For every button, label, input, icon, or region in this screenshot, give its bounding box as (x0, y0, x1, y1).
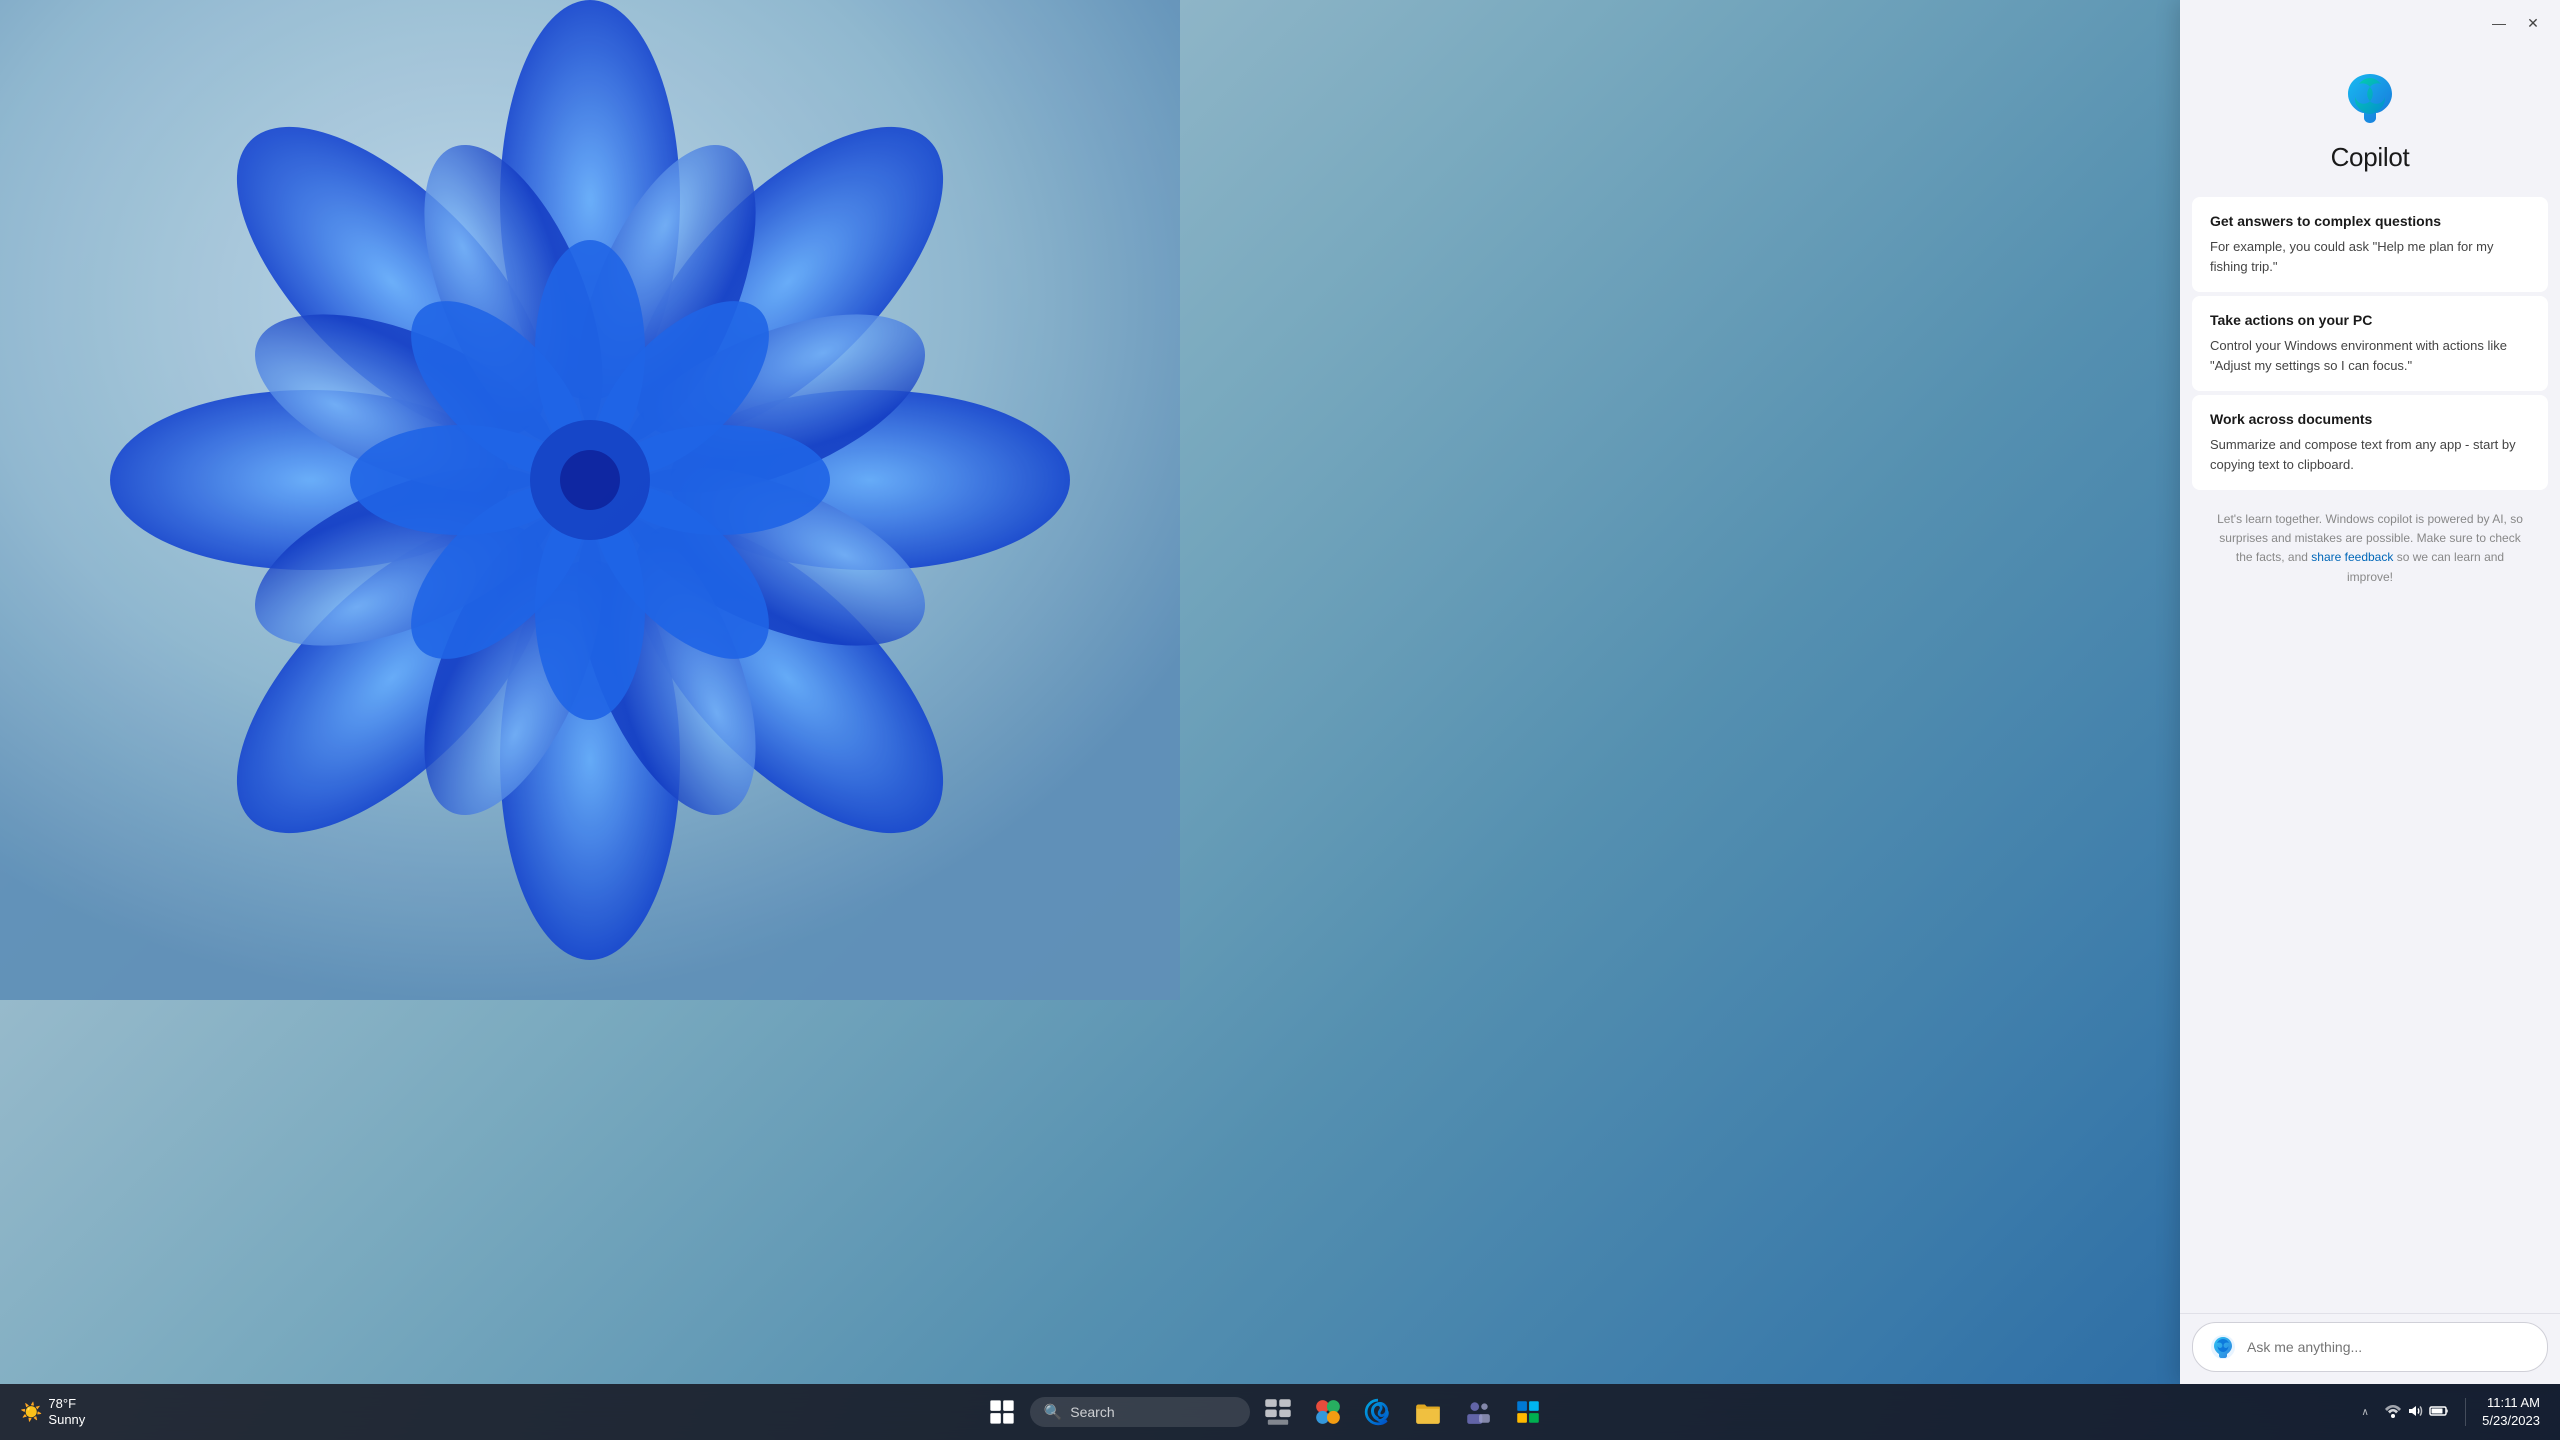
temperature: 78°F (48, 1396, 85, 1412)
copilot-small-icon (2209, 1333, 2237, 1361)
store-button[interactable] (1506, 1390, 1550, 1434)
datetime-display[interactable]: 11:11 AM 5/23/2023 (2474, 1390, 2548, 1434)
wallpaper-flower (0, 0, 1180, 1000)
copilot-title: Copilot (2331, 142, 2410, 173)
feature-desc-2: Summarize and compose text from any app … (2210, 435, 2530, 474)
battery-icon (2429, 1403, 2449, 1422)
feedback-link[interactable]: share feedback (2311, 550, 2393, 564)
tray-chevron[interactable]: ∧ (2357, 1390, 2373, 1434)
condition: Sunny (48, 1412, 85, 1428)
taskbar-center: 🔍 Search (172, 1390, 2357, 1434)
time-display: 11:11 AM (2487, 1394, 2540, 1412)
weather-info: 78°F Sunny (48, 1396, 85, 1427)
copilot-header: Copilot (2180, 46, 2560, 197)
system-tray[interactable] (2377, 1399, 2457, 1426)
copilot-feature-list: Get answers to complex questions For exa… (2180, 197, 2560, 1313)
weather-icon: ☀️ (20, 1402, 42, 1423)
edge-icon (1364, 1398, 1392, 1426)
teams-icon (1464, 1398, 1492, 1426)
close-button[interactable]: ✕ (2518, 8, 2548, 38)
copilot-input-row (2192, 1322, 2548, 1372)
taskbar-left: ☀️ 78°F Sunny (12, 1392, 172, 1431)
feature-title-0: Get answers to complex questions (2210, 213, 2530, 229)
taskbar-right: ∧ (2357, 1390, 2548, 1434)
desktop-background (0, 0, 2560, 1440)
search-label: Search (1070, 1404, 1114, 1420)
copilot-input-area (2180, 1313, 2560, 1384)
colorful-app-icon (1314, 1398, 1342, 1426)
copilot-disclaimer: Let's learn together. Windows copilot is… (2192, 494, 2548, 603)
start-button[interactable] (980, 1390, 1024, 1434)
search-bar[interactable]: 🔍 Search (1030, 1397, 1250, 1427)
feature-card-pc-actions: Take actions on your PC Control your Win… (2192, 296, 2548, 391)
feature-title-1: Take actions on your PC (2210, 312, 2530, 328)
taskview-icon (1264, 1398, 1292, 1426)
copilot-titlebar: — ✕ (2180, 0, 2560, 46)
task-view-button[interactable] (1256, 1390, 1300, 1434)
network-icon (2385, 1403, 2401, 1422)
feature-desc-1: Control your Windows environment with ac… (2210, 336, 2530, 375)
weather-widget[interactable]: ☀️ 78°F Sunny (12, 1392, 93, 1431)
feature-card-documents: Work across documents Summarize and comp… (2192, 395, 2548, 490)
copilot-logo-icon (2338, 66, 2402, 130)
app-colorful-button[interactable] (1306, 1390, 1350, 1434)
file-explorer-icon (1414, 1398, 1442, 1426)
file-explorer-button[interactable] (1406, 1390, 1450, 1434)
feature-title-2: Work across documents (2210, 411, 2530, 427)
date-display: 5/23/2023 (2482, 1412, 2540, 1430)
feature-desc-0: For example, you could ask "Help me plan… (2210, 237, 2530, 276)
teams-button[interactable] (1456, 1390, 1500, 1434)
taskbar: ☀️ 78°F Sunny 🔍 Search (0, 1384, 2560, 1440)
windows-logo-icon (988, 1398, 1016, 1426)
store-icon (1514, 1398, 1542, 1426)
copilot-panel: — ✕ Copilot Get answers to (2180, 0, 2560, 1384)
sound-icon (2407, 1403, 2423, 1422)
copilot-ask-input[interactable] (2247, 1339, 2531, 1355)
search-icon: 🔍 (1044, 1403, 1063, 1421)
feature-card-complex-questions: Get answers to complex questions For exa… (2192, 197, 2548, 292)
taskbar-divider (2465, 1398, 2466, 1426)
edge-button[interactable] (1356, 1390, 1400, 1434)
minimize-button[interactable]: — (2484, 8, 2514, 38)
